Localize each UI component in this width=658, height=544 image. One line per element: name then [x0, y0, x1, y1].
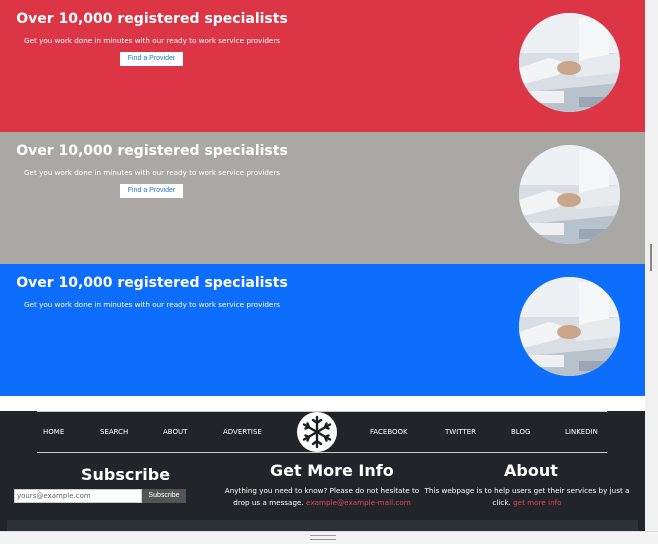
panel-resize-bar[interactable]	[0, 531, 658, 544]
banner-subtitle: Get you work done in minutes with our re…	[23, 168, 281, 177]
nav-twitter[interactable]: TWITTER	[445, 428, 476, 436]
subscribe-title: Subscribe	[81, 465, 171, 484]
banner-title: Over 10,000 registered specialists	[16, 11, 288, 27]
find-provider-button[interactable]: Find a Provider	[120, 184, 183, 198]
nav-about[interactable]: ABOUT	[163, 428, 187, 436]
resize-grip-icon[interactable]	[310, 535, 336, 540]
hero-banner-gray: Over 10,000 registered specialists Get y…	[0, 132, 645, 264]
snowflake-icon[interactable]	[297, 412, 337, 452]
section-spacer	[0, 396, 645, 411]
nav-facebook[interactable]: FACEBOOK	[370, 428, 408, 436]
hero-banner-red: Over 10,000 registered specialists Get y…	[0, 0, 645, 132]
site-footer: HOME SEARCH ABOUT ADVERTISE FACEBOOK TWI…	[0, 411, 645, 544]
handshake-icon	[519, 145, 620, 244]
nav-search[interactable]: SEARCH	[100, 428, 128, 436]
subscribe-email-input[interactable]	[14, 489, 142, 503]
subscribe-button[interactable]: Subscribe	[142, 489, 186, 503]
footer-divider	[37, 452, 607, 453]
banner-title: Over 10,000 registered specialists	[16, 143, 288, 159]
contact-email-link[interactable]: example@example-mail.com	[306, 498, 411, 507]
banner-subtitle: Get you work done in minutes with our re…	[23, 36, 281, 45]
handshake-icon	[519, 277, 620, 376]
find-provider-button[interactable]: Find a Provider	[120, 52, 183, 66]
nav-home[interactable]: HOME	[43, 428, 64, 436]
get-more-info-title: Get More Info	[270, 461, 394, 480]
nav-blog[interactable]: BLOG	[511, 428, 530, 436]
hero-banner-blue: Over 10,000 registered specialists Get y…	[0, 264, 645, 396]
scrollbar-handle[interactable]	[650, 244, 652, 271]
nav-linkedin[interactable]: LINKEDIN	[565, 428, 598, 436]
get-more-info-text: Anything you need to know? Please do not…	[224, 486, 420, 507]
banner-title: Over 10,000 registered specialists	[16, 275, 288, 291]
nav-advertise[interactable]: ADVERTISE	[223, 428, 262, 436]
handshake-icon	[519, 13, 620, 112]
get-more-info-link[interactable]: get more info	[513, 498, 561, 507]
banner-subtitle: Get you work done in minutes with our re…	[23, 300, 281, 309]
about-title: About	[504, 461, 558, 480]
vertical-scrollbar[interactable]	[645, 0, 658, 544]
page-viewport: Over 10,000 registered specialists Get y…	[0, 0, 645, 544]
about-text: This webpage is to help users get their …	[424, 486, 630, 507]
